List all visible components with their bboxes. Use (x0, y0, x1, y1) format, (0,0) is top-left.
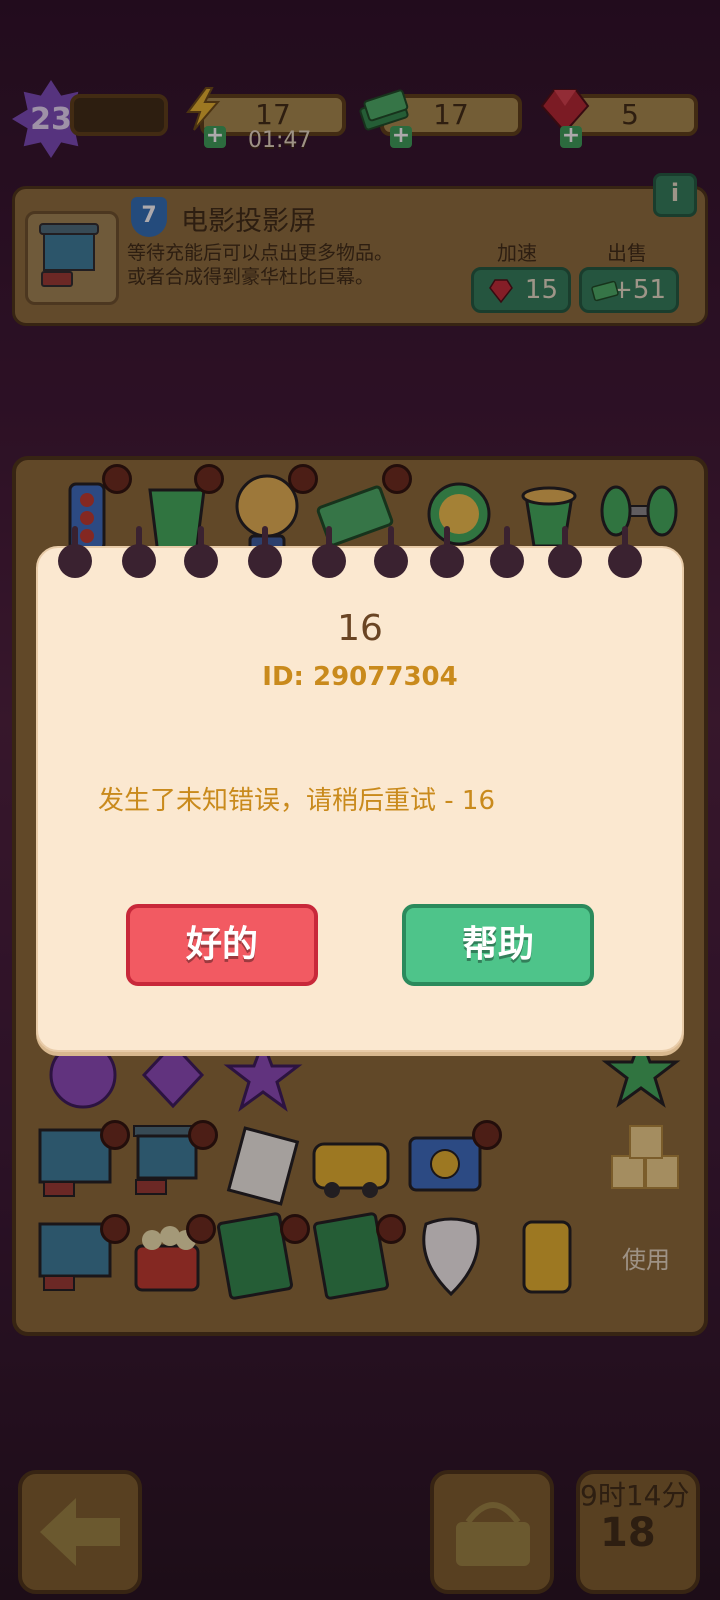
dialog-message: 发生了未知错误，请稍后重试 - 16 (98, 786, 495, 816)
help-button[interactable]: 帮助 (402, 904, 594, 986)
dialog-id: ID: 29077304 (262, 662, 458, 692)
notebook-ring-icon (374, 526, 408, 578)
notebook-ring-icon (184, 526, 218, 578)
notebook-ring-icon (548, 526, 582, 578)
notebook-ring-icon (490, 526, 524, 578)
notebook-ring-icon (608, 526, 642, 578)
notebook-ring-icon (122, 526, 156, 578)
notebook-ring-icon (312, 526, 346, 578)
error-dialog: 16 ID: 29077304 发生了未知错误，请稍后重试 - 16 好的 帮助 (36, 526, 684, 1052)
notebook-ring-icon (430, 526, 464, 578)
help-button-label: 帮助 (461, 924, 534, 965)
notebook-ring-icon (248, 526, 282, 578)
ok-button[interactable]: 好的 (126, 904, 318, 986)
ok-button-label: 好的 (185, 924, 258, 965)
dialog-title: 16 (337, 608, 383, 649)
notebook-ring-icon (58, 526, 92, 578)
